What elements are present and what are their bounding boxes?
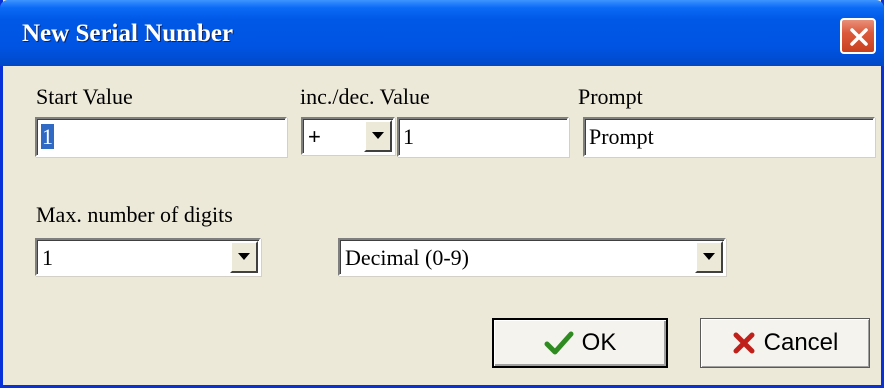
title-bar[interactable]: New Serial Number xyxy=(0,0,884,66)
inc-dec-operator-value: + xyxy=(308,124,321,149)
chevron-down-icon[interactable] xyxy=(695,241,723,273)
chevron-down-icon[interactable] xyxy=(364,120,392,152)
start-value-text: 1 xyxy=(41,124,54,149)
start-value-input[interactable]: 1 xyxy=(35,117,287,157)
new-serial-number-dialog: New Serial Number Start Value inc./dec. … xyxy=(0,0,884,388)
cancel-button[interactable]: Cancel xyxy=(700,318,870,368)
max-digits-select[interactable]: 1 xyxy=(35,238,261,276)
prompt-label: Prompt xyxy=(578,84,643,109)
close-icon xyxy=(850,28,868,46)
format-value: Decimal (0-9) xyxy=(345,245,469,270)
checkmark-icon xyxy=(544,331,574,355)
x-mark-icon xyxy=(733,332,755,354)
prompt-input[interactable]: Prompt xyxy=(583,117,875,157)
inc-dec-operator-select[interactable]: + xyxy=(301,117,395,155)
cancel-button-label: Cancel xyxy=(763,329,839,356)
close-button[interactable] xyxy=(840,18,876,54)
format-select[interactable]: Decimal (0-9) xyxy=(338,238,726,276)
start-value-label: Start Value xyxy=(36,84,133,109)
ok-button-label: OK xyxy=(581,329,617,356)
inc-dec-value-label: inc./dec. Value xyxy=(300,84,430,109)
max-digits-value: 1 xyxy=(42,245,53,270)
chevron-down-icon[interactable] xyxy=(230,241,258,273)
window-title: New Serial Number xyxy=(22,20,234,47)
ok-button[interactable]: OK xyxy=(492,318,668,368)
max-digits-label: Max. number of digits xyxy=(36,202,233,227)
inc-dec-value-input[interactable]: 1 xyxy=(397,117,569,157)
